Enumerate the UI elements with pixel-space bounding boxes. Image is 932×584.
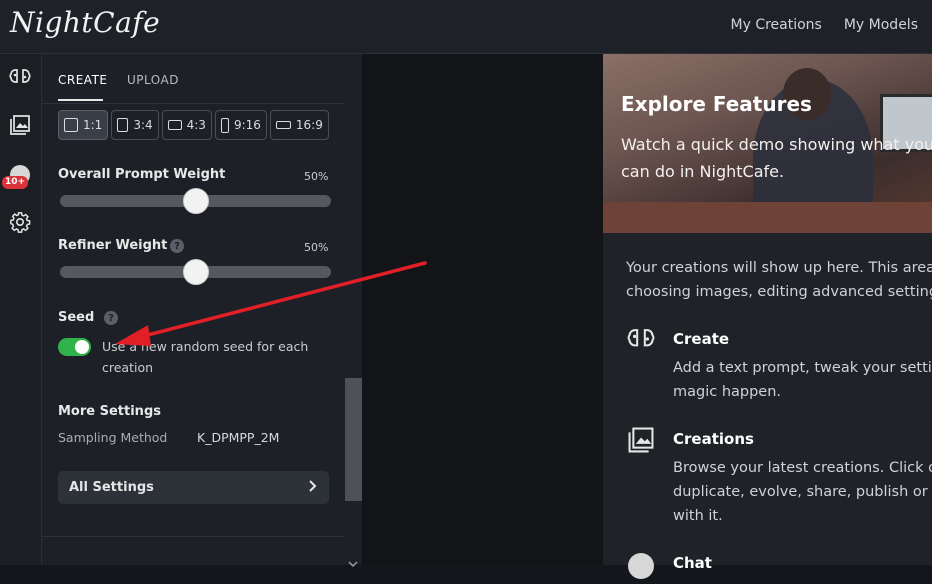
subtitle-line: can do in NightCafe.	[621, 162, 785, 181]
ratio-label: 1:1	[83, 118, 103, 132]
tab-create[interactable]: CREATE	[58, 73, 108, 87]
ratio-label: 9:16	[233, 118, 261, 132]
feature-chat-title: Chat	[673, 554, 712, 572]
intro-line: choosing images, editing advanced settin…	[626, 284, 932, 300]
ratio-9-16-button[interactable]: 9:16	[214, 110, 267, 140]
refiner-help-icon[interactable]: ?	[170, 239, 184, 253]
seed-label: Seed	[58, 310, 95, 325]
ratio-4-3-button[interactable]: 4:3	[161, 110, 212, 140]
panel-divider	[42, 536, 362, 537]
sampling-method-label: Sampling Method	[58, 430, 168, 445]
feature-create-description: Add a text prompt, tweak your settin mag…	[673, 356, 932, 404]
tall-ratio-icon	[220, 117, 229, 133]
random-seed-toggle[interactable]	[58, 338, 91, 356]
gear-icon[interactable]	[7, 209, 33, 235]
prompt-weight-slider-handle[interactable]	[183, 188, 209, 214]
tab-upload[interactable]: UPLOAD	[127, 73, 179, 87]
nav-my-creations[interactable]: My Creations	[731, 17, 822, 33]
ratio-label: 4:3	[186, 118, 206, 132]
top-bar: NightCafe My Creations My Models	[0, 0, 932, 54]
scroll-down-icon[interactable]	[348, 553, 358, 572]
feature-create-title: Create	[673, 330, 730, 348]
sampling-method-value: K_DPMPP_2M	[197, 430, 280, 445]
nav-my-models[interactable]: My Models	[844, 17, 918, 33]
refiner-weight-label: Refiner Weight	[58, 238, 168, 253]
desc-line: magic happen.	[673, 384, 782, 400]
toggle-knob	[75, 340, 89, 354]
explore-features-panel: Explore Features Watch a quick demo show…	[603, 54, 932, 579]
gallery-icon[interactable]	[7, 112, 33, 138]
demo-video-thumbnail[interactable]: Explore Features Watch a quick demo show…	[603, 54, 932, 233]
nightcafe-logo[interactable]: NightCafe	[10, 6, 160, 39]
desc-line: duplicate, evolve, share, publish or do	[673, 484, 932, 500]
ratio-3-4-button[interactable]: 3:4	[111, 110, 159, 140]
create-settings-panel: CREATE UPLOAD 1:1 3:4 4:3 9:16 16:9 Over…	[42, 54, 362, 565]
creations-intro-text: Your creations will show up here. This a…	[626, 256, 932, 304]
intro-line: Your creations will show up here. This a…	[626, 260, 932, 276]
desc-line: Browse your latest creations. Click on	[673, 460, 932, 476]
all-settings-label: All Settings	[69, 480, 154, 495]
panel-tabs: CREATE UPLOAD	[42, 54, 362, 104]
chevron-right-icon	[308, 479, 318, 497]
ratio-label: 16:9	[295, 118, 323, 132]
wide-ratio-icon	[275, 121, 291, 129]
brain-icon[interactable]	[7, 64, 33, 90]
refiner-weight-value: 50%	[304, 241, 329, 254]
all-settings-button[interactable]: All Settings	[58, 471, 329, 504]
top-nav: My Creations My Models	[731, 17, 919, 33]
landscape-ratio-icon	[167, 120, 182, 130]
prompt-weight-value: 50%	[304, 170, 329, 183]
gallery-icon	[627, 426, 657, 456]
explore-features-title: Explore Features	[621, 92, 812, 116]
ratio-label: 3:4	[133, 118, 153, 132]
feature-creations-title: Creations	[673, 430, 754, 448]
square-ratio-icon	[64, 118, 78, 132]
more-settings-heading: More Settings	[58, 404, 161, 419]
feature-creations-description: Browse your latest creations. Click on d…	[673, 456, 932, 528]
chat-icon	[627, 552, 657, 582]
hero-desk-illustration	[603, 202, 932, 233]
aspect-ratio-selector: 1:1 3:4 4:3 9:16 16:9	[58, 110, 329, 140]
panel-scrollbar-thumb[interactable]	[345, 378, 362, 501]
explore-features-subtitle: Watch a quick demo showing what you can …	[621, 131, 932, 185]
portrait-ratio-icon	[117, 118, 129, 132]
subtitle-line: Watch a quick demo showing what you	[621, 135, 932, 154]
notification-badge: 10+	[2, 176, 29, 189]
seed-help-icon[interactable]: ?	[104, 311, 118, 325]
random-seed-toggle-label: Use a new random seed for each creation	[102, 339, 309, 375]
canvas-area	[362, 54, 603, 565]
ratio-16-9-button[interactable]: 16:9	[269, 110, 329, 140]
ratio-1-1-button[interactable]: 1:1	[58, 110, 109, 140]
brain-icon	[627, 326, 657, 356]
desc-line: Add a text prompt, tweak your settin	[673, 360, 932, 376]
desc-line: with it.	[673, 508, 723, 524]
prompt-weight-label: Overall Prompt Weight	[58, 167, 226, 182]
refiner-weight-slider-handle[interactable]	[183, 259, 209, 285]
icon-rail: 10+	[0, 54, 42, 565]
active-tab-indicator	[58, 99, 103, 101]
